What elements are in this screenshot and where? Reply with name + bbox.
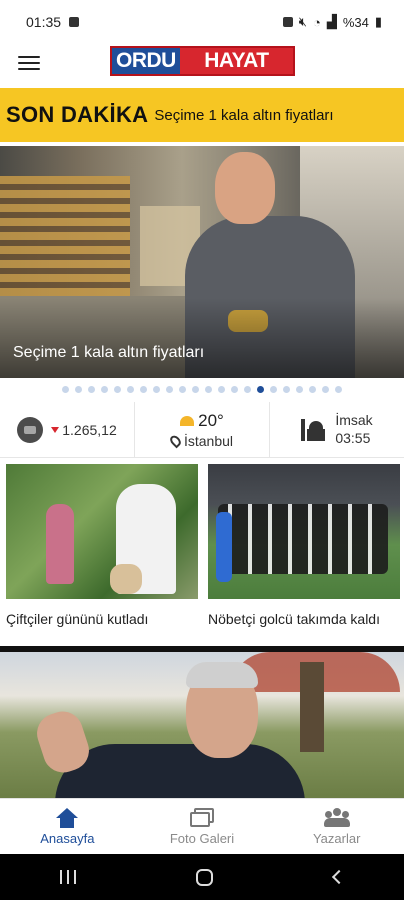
gold-price: 1.265,12 bbox=[51, 422, 117, 438]
status-right: 🔇︎ ◔ ▟ %34 ▮ bbox=[282, 14, 382, 30]
status-time: 01:35 bbox=[26, 14, 62, 30]
gold-coin-icon bbox=[17, 416, 44, 443]
home-icon bbox=[56, 807, 79, 828]
slider-dot[interactable] bbox=[205, 386, 212, 393]
writers-icon bbox=[323, 807, 350, 828]
slider-dot[interactable] bbox=[335, 386, 342, 393]
system-home-icon[interactable] bbox=[196, 868, 214, 886]
temperature: 20° bbox=[198, 410, 224, 430]
bottom-navigation: Anasayfa Foto Galeri Yazarlar bbox=[0, 798, 404, 854]
slider-dot[interactable] bbox=[75, 386, 82, 393]
slider-dot[interactable] bbox=[231, 386, 238, 393]
prayer-time-widget[interactable]: İmsak 03:55 bbox=[270, 402, 404, 457]
breaking-news-bar[interactable]: SON DAKİKA Seçime 1 kala altın fiyatları bbox=[0, 88, 404, 142]
hamburger-menu-icon[interactable] bbox=[18, 53, 40, 73]
down-arrow-icon bbox=[51, 426, 60, 433]
gallery-icon bbox=[190, 807, 214, 828]
slider-dot[interactable] bbox=[179, 386, 186, 393]
recents-icon[interactable] bbox=[60, 870, 77, 884]
nav-home[interactable]: Anasayfa bbox=[0, 799, 135, 854]
slider-dot[interactable] bbox=[127, 386, 134, 393]
slider-pagination bbox=[0, 386, 404, 398]
logo-part-ordu: ORDU bbox=[112, 48, 180, 74]
gold-price-widget[interactable]: 1.265,12 bbox=[0, 402, 135, 457]
prayer-time: 03:55 bbox=[335, 429, 371, 446]
location-pin-icon bbox=[168, 433, 183, 448]
slider-dot[interactable] bbox=[309, 386, 316, 393]
battery-icon: ▮ bbox=[374, 14, 382, 29]
status-left: 01:35 bbox=[26, 14, 80, 30]
slider-dot[interactable] bbox=[153, 386, 160, 393]
nav-gallery-label: Foto Galeri bbox=[169, 830, 235, 846]
breaking-label: SON DAKİKA bbox=[6, 102, 149, 127]
news-card[interactable]: Çiftçiler gününü kutladı bbox=[6, 464, 198, 644]
slider-dot[interactable] bbox=[88, 386, 95, 393]
slider-dot[interactable] bbox=[218, 386, 225, 393]
news-card-image bbox=[208, 464, 400, 599]
sun-icon bbox=[180, 415, 195, 426]
slider-dot[interactable] bbox=[257, 386, 264, 393]
status-bar: 01:35 🔇︎ ◔ ▟ %34 ▮ bbox=[0, 0, 404, 44]
mosque-icon bbox=[301, 418, 327, 441]
news-card-title: Nöbetçi golcü takımda kaldı bbox=[208, 611, 380, 627]
weather-widget[interactable]: 20° İstanbul bbox=[135, 402, 270, 457]
system-navigation-bar bbox=[0, 854, 404, 900]
alarm-icon bbox=[282, 17, 293, 27]
city-name: İstanbul bbox=[183, 432, 234, 449]
brand-logo[interactable]: ORDU HAYAT bbox=[110, 46, 295, 76]
gold-price-value: 1.265,12 bbox=[62, 421, 117, 438]
signal-icon: ▟ bbox=[326, 14, 337, 29]
slider-dot[interactable] bbox=[322, 386, 329, 393]
slide-caption: Seçime 1 kala altın fiyatları bbox=[13, 344, 205, 361]
nav-writers[interactable]: Yazarlar bbox=[269, 799, 404, 854]
logo-part-hayat: HAYAT bbox=[179, 48, 293, 74]
slider-dot[interactable] bbox=[166, 386, 173, 393]
slider-dot[interactable] bbox=[283, 386, 290, 393]
mute-icon: 🔇︎ bbox=[298, 14, 307, 29]
nav-photo-gallery[interactable]: Foto Galeri bbox=[135, 799, 270, 854]
nav-writers-label: Yazarlar bbox=[312, 830, 361, 846]
news-card[interactable]: Nöbetçi golcü takımda kaldı bbox=[208, 464, 400, 644]
featured-story[interactable] bbox=[0, 652, 404, 798]
breaking-headline: Seçime 1 kala altın fiyatları bbox=[154, 106, 334, 124]
slider-dot[interactable] bbox=[62, 386, 69, 393]
slider-dot[interactable] bbox=[140, 386, 147, 393]
slider-dot[interactable] bbox=[244, 386, 251, 393]
notification-icon bbox=[69, 17, 80, 27]
slider-dot[interactable] bbox=[114, 386, 121, 393]
battery-text: %34 bbox=[342, 14, 369, 30]
back-icon[interactable] bbox=[331, 869, 346, 885]
headline-slider[interactable]: Seçime 1 kala altın fiyatları bbox=[0, 146, 404, 378]
info-strip: 1.265,12 20° İstanbul İmsak 03:55 bbox=[0, 402, 404, 458]
slider-dot[interactable] bbox=[270, 386, 277, 393]
news-card-image bbox=[6, 464, 198, 599]
slider-dot[interactable] bbox=[296, 386, 303, 393]
news-card-title: Çiftçiler gününü kutladı bbox=[6, 611, 149, 627]
prayer-name: İmsak bbox=[335, 412, 373, 428]
wifi-icon: ◔ bbox=[312, 14, 321, 30]
app-header: ORDU HAYAT bbox=[0, 44, 404, 86]
slider-dot[interactable] bbox=[101, 386, 108, 393]
slider-dot[interactable] bbox=[192, 386, 199, 393]
nav-home-label: Anasayfa bbox=[40, 830, 95, 846]
